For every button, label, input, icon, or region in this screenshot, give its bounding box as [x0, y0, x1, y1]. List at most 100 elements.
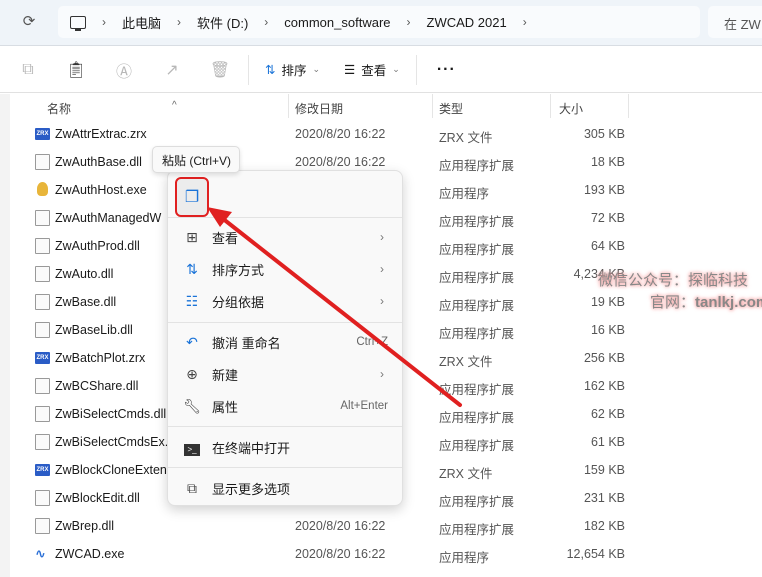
file-size: 159 KB [583, 463, 625, 477]
zrx-file-icon: ZRX [35, 128, 50, 140]
dll-file-icon [35, 518, 50, 534]
file-name: ZwAuthHost.exe [55, 183, 147, 197]
file-type: 应用程序扩展 [439, 523, 515, 537]
copy-icon[interactable]: ⧉ [4, 61, 52, 79]
crumb-common-software[interactable]: common_software [284, 15, 390, 30]
file-row[interactable]: ZwBrep.dll 2020/8/20 16:22 应用程序扩展 182 KB [14, 512, 634, 540]
column-divider[interactable] [432, 94, 433, 118]
menu-shortcut: Alt+Enter [340, 400, 388, 412]
file-name: ZwBiSelectCmdsEx. [55, 435, 169, 449]
file-type: 应用程序扩展 [439, 243, 515, 257]
menu-item-open-terminal[interactable]: >_ 在终端中打开 [172, 432, 398, 462]
menu-item-properties[interactable]: 🔧︎ 属性 Alt+Enter [172, 391, 398, 421]
column-divider[interactable] [288, 94, 289, 118]
menu-item-undo-rename[interactable]: ↶ 撤消 重命名 Ctrl+Z [172, 327, 398, 357]
undo-icon: ↶ [186, 333, 198, 350]
file-type: 应用程序扩展 [439, 495, 515, 509]
menu-item-view[interactable]: ⊞ 查看 › [172, 222, 398, 252]
more-button[interactable]: ··· [421, 61, 472, 79]
watermark-prefix: 官网： [650, 294, 696, 311]
grid-icon: ⊞ [186, 228, 198, 245]
file-date: 2020/8/20 16:22 [295, 155, 386, 169]
crumb-drive[interactable]: 软件 (D:) [197, 13, 248, 32]
file-size: 182 KB [583, 519, 625, 533]
watermark-site: tanlkj.com [695, 294, 762, 311]
more-options-icon: ⧉ [187, 479, 197, 496]
share-icon[interactable]: ↗ [148, 60, 196, 80]
file-type: ZRX 文件 [439, 355, 493, 369]
menu-label: 撤消 重命名 [212, 335, 281, 351]
dll-file-icon [35, 210, 50, 226]
file-type: 应用程序扩展 [439, 271, 515, 285]
chevron-right-icon[interactable]: › [523, 15, 527, 29]
file-row[interactable]: ZRX ZwAttrExtrac.zrx 2020/8/20 16:22 ZRX 文件… [14, 120, 634, 148]
column-name[interactable]: 名称 [47, 100, 71, 117]
refresh-icon[interactable]: ⟳ [20, 12, 38, 30]
menu-item-new[interactable]: ⊕ 新建 › [172, 359, 398, 389]
chevron-down-icon: ⌄ [392, 64, 400, 74]
file-type: 应用程序扩展 [439, 159, 515, 173]
chevron-right-icon[interactable]: › [407, 15, 411, 29]
paste-button[interactable]: ❐ [175, 177, 209, 217]
file-name: ZwBiSelectCmds.dll [55, 407, 167, 421]
divider [248, 54, 249, 85]
menu-label: 属性 [212, 399, 239, 415]
file-name: ZwAuthBase.dll [55, 155, 142, 169]
menu-divider [168, 467, 402, 468]
file-size: 12,654 KB [566, 547, 625, 561]
paste-icon: ❐ [184, 189, 200, 206]
computer-icon [70, 15, 86, 31]
column-date[interactable]: 修改日期 [295, 100, 343, 117]
menu-label: 查看 [212, 230, 239, 246]
file-name: ZWCAD.exe [55, 547, 125, 561]
new-icon: ⊕ [186, 365, 198, 382]
delete-icon[interactable]: 🗑︎ [196, 60, 244, 80]
chevron-right-icon[interactable]: › [102, 15, 106, 29]
chevron-down-icon: ⌄ [312, 64, 321, 74]
menu-item-group[interactable]: ☷ 分组依据 › [172, 286, 398, 316]
menu-divider [168, 426, 402, 427]
file-name: ZwBCShare.dll [55, 379, 139, 393]
file-size: 193 KB [583, 183, 625, 197]
crumb-this-pc[interactable]: 此电脑 [122, 13, 161, 32]
paste-tooltip: 粘贴 (Ctrl+V) [152, 146, 240, 173]
file-row[interactable]: ∿ ZWCAD.exe 2020/8/20 16:22 应用程序 12,654 KB [14, 540, 634, 568]
paste-icon[interactable]: 📋︎ [52, 60, 100, 80]
sort-label: 排序 [281, 64, 307, 78]
wrench-icon: 🔧︎ [183, 397, 201, 414]
chevron-right-icon: › [380, 294, 384, 308]
column-divider[interactable] [628, 94, 629, 118]
sort-ascending-icon: ^ [172, 100, 177, 111]
column-divider[interactable] [550, 94, 551, 118]
menu-item-show-more-options[interactable]: ⧉ 显示更多选项 [172, 473, 398, 503]
dll-file-icon [35, 154, 50, 170]
breadcrumb[interactable]: › 此电脑 › 软件 (D:) › common_software › ZWCA… [58, 6, 700, 38]
file-type: 应用程序 [439, 187, 490, 201]
view-button[interactable]: ☰ 查看 ⌄ [332, 60, 412, 79]
menu-label: 分组依据 [212, 294, 265, 310]
divider [415, 54, 417, 85]
list-icon: ☰ [344, 63, 356, 77]
dll-file-icon [35, 322, 50, 338]
chevron-right-icon[interactable]: › [177, 15, 181, 29]
file-name: ZwBase.dll [55, 295, 117, 309]
context-menu: ❐ ⊞ 查看 › ⇅ 排序方式 › ☷ 分组依据 › ↶ 撤消 重命名 Ctrl+Z ⊕ 新建 › … [167, 170, 403, 506]
menu-shortcut: Ctrl+Z [356, 336, 388, 348]
column-size[interactable]: 大小 [559, 100, 583, 117]
file-name: ZwBatchPlot.zrx [55, 351, 146, 365]
rename-icon[interactable]: Ⓐ [100, 58, 148, 82]
chevron-right-icon[interactable]: › [264, 15, 268, 29]
crumb-zwcad[interactable]: ZWCAD 2021 [427, 15, 507, 30]
zrx-file-icon: ZRX [35, 352, 50, 364]
dll-file-icon [35, 294, 50, 310]
search-input[interactable]: 在 ZW [708, 6, 762, 38]
file-type: 应用程序扩展 [439, 439, 515, 453]
dll-file-icon [35, 434, 50, 450]
menu-item-sort[interactable]: ⇅ 排序方式 › [172, 254, 398, 284]
sort-button[interactable]: ⇅ 排序 ⌄ [253, 60, 332, 79]
zrx-file-icon: ZRX [35, 464, 50, 476]
column-type[interactable]: 类型 [439, 100, 463, 117]
dll-file-icon [35, 266, 50, 282]
menu-label: 在终端中打开 [212, 440, 291, 456]
file-size: 62 KB [590, 407, 625, 421]
